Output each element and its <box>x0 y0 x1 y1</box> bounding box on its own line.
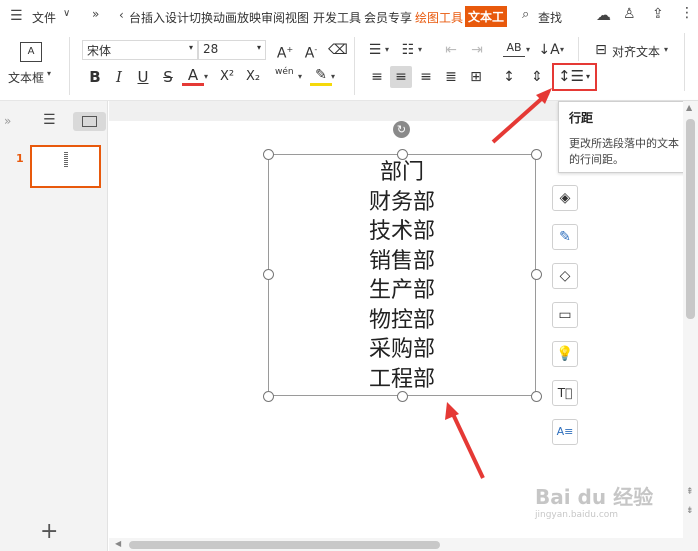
vertical-scrollbar[interactable]: ▲ ⇞ ⇟ <box>683 101 698 538</box>
horizontal-scrollbar[interactable]: ◀ <box>109 538 698 551</box>
scroll-left-icon[interactable]: ◀ <box>115 539 121 548</box>
watermark-logo: Bai du 经验 <box>535 485 654 509</box>
arrowhead <box>445 402 459 420</box>
watermark-url: jingyan.baidu.com <box>535 510 619 520</box>
page-down-icon[interactable]: ⇟ <box>686 506 694 516</box>
scroll-up-icon[interactable]: ▲ <box>686 103 692 112</box>
arrow-to-line-spacing <box>491 91 550 144</box>
scroll-thumb[interactable] <box>686 119 695 319</box>
page-up-icon[interactable]: ⇞ <box>686 487 694 497</box>
arrow-to-text-box <box>450 411 485 479</box>
watermark: Bai du 经验 jingyan.baidu.com <box>535 481 685 520</box>
annotation-arrows <box>445 88 552 479</box>
h-scroll-thumb[interactable] <box>129 541 440 549</box>
